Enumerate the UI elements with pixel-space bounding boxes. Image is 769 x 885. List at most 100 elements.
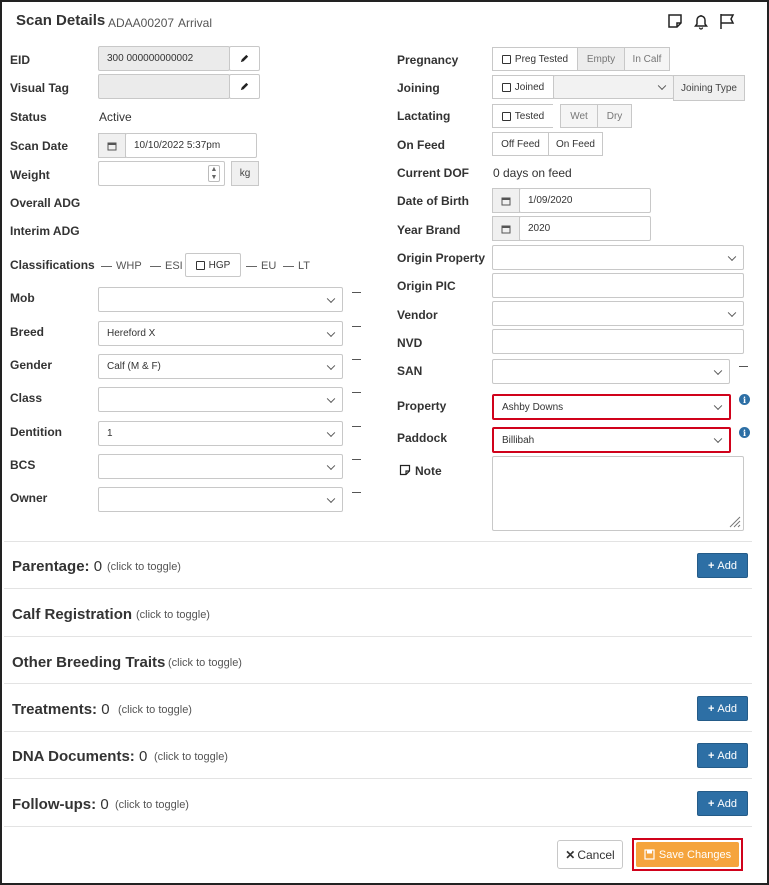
gender-label: Gender	[10, 358, 53, 372]
note-icon[interactable]	[666, 12, 684, 30]
paddock-info-icon[interactable]: i	[739, 427, 750, 438]
bcs-select[interactable]	[98, 454, 343, 479]
paddock-label: Paddock	[397, 431, 448, 445]
joining-label: Joining	[397, 81, 440, 95]
section-title: Other Breeding Traits	[12, 654, 166, 671]
section-title: DNA Documents:	[12, 748, 135, 765]
eid-field[interactable]: 300 000000000002	[98, 46, 230, 71]
section-count: 0	[101, 701, 110, 718]
joining-select[interactable]	[553, 75, 674, 99]
section-other-breeding-traits[interactable]: Other Breeding Traits (click to toggle)	[4, 636, 752, 683]
lactating-wet-button[interactable]: Wet	[560, 104, 598, 128]
pregnancy-in-calf-button[interactable]: In Calf	[624, 47, 670, 71]
section-dna-documents[interactable]: DNA Documents: 0 (click to toggle) + Add	[4, 731, 752, 778]
section-parentage[interactable]: Parentage: 0 (click to toggle) + Add	[4, 541, 752, 588]
toggle-hint: (click to toggle)	[118, 704, 192, 716]
nvd-input[interactable]	[492, 329, 744, 354]
calendar-icon[interactable]	[492, 216, 520, 241]
san-select[interactable]	[492, 359, 730, 384]
mob-select[interactable]	[98, 287, 343, 312]
eid-value: 300 000000000002	[107, 53, 194, 64]
classification-eu[interactable]: EU	[246, 260, 276, 272]
origin-pic-input[interactable]	[492, 273, 744, 298]
save-changes-button[interactable]: Save Changes	[636, 842, 739, 867]
edit-eid-button[interactable]	[229, 46, 260, 71]
dentition-dash	[352, 426, 361, 427]
property-info-icon[interactable]: i	[739, 394, 750, 405]
pregnancy-empty-button[interactable]: Empty	[577, 47, 625, 71]
preg-tested-toggle[interactable]: Preg Tested	[492, 47, 578, 71]
edit-visual-tag-button[interactable]	[229, 74, 260, 99]
chevron-down-icon	[326, 461, 336, 470]
chevron-down-icon	[713, 366, 723, 375]
calendar-icon[interactable]	[492, 188, 520, 213]
weight-spinner[interactable]: ▲ ▼	[208, 165, 220, 182]
interim-adg-label: Interim ADG	[10, 224, 80, 238]
resize-handle-icon[interactable]	[727, 514, 741, 528]
current-dof-label: Current DOF	[397, 166, 469, 180]
property-label: Property	[397, 399, 447, 413]
property-select[interactable]: Ashby Downs	[492, 394, 731, 420]
status-value: Active	[99, 110, 132, 124]
plus-icon: +	[707, 702, 715, 715]
visual-tag-label: Visual Tag	[10, 81, 69, 95]
paddock-select[interactable]: Billibah	[492, 427, 731, 453]
class-label: Class	[10, 391, 43, 405]
visual-tag-field[interactable]	[98, 74, 230, 99]
flag-icon[interactable]	[718, 12, 736, 30]
dob-input[interactable]: 1/09/2020	[519, 188, 651, 213]
section-title: Treatments:	[12, 701, 98, 718]
note-textarea[interactable]	[492, 456, 744, 531]
section-treatments[interactable]: Treatments: 0 (click to toggle) + Add	[4, 683, 752, 731]
joining-type-addon: Joining Type	[673, 75, 745, 101]
section-follow-ups[interactable]: Follow-ups: 0 (click to toggle) + Add	[4, 778, 752, 826]
note-field-icon	[399, 464, 411, 476]
section-calf-registration[interactable]: Calf Registration (click to toggle)	[4, 588, 752, 636]
vendor-select[interactable]	[492, 301, 744, 326]
bell-icon[interactable]	[692, 12, 710, 30]
class-select[interactable]	[98, 387, 343, 412]
toggle-hint: (click to toggle)	[136, 609, 210, 621]
weight-input[interactable]: ▲ ▼	[98, 161, 225, 186]
checkbox-icon	[195, 260, 205, 270]
classification-lt[interactable]: LT	[283, 260, 310, 272]
add-follow-up-button[interactable]: + Add	[697, 791, 748, 816]
chevron-down-icon	[326, 494, 336, 503]
lactating-dry-button[interactable]: Dry	[597, 104, 632, 128]
dentition-select[interactable]: 1	[98, 421, 343, 446]
chevron-down-icon	[326, 361, 336, 370]
pregnancy-label: Pregnancy	[397, 53, 459, 67]
joined-toggle[interactable]: Joined	[492, 75, 554, 99]
add-parentage-button[interactable]: + Add	[697, 553, 748, 578]
san-label: SAN	[397, 364, 423, 378]
owner-select[interactable]	[98, 487, 343, 512]
add-dna-document-button[interactable]: + Add	[697, 743, 748, 768]
origin-property-label: Origin Property	[397, 251, 486, 265]
gender-dash	[352, 359, 361, 360]
classification-esi[interactable]: ESI	[150, 260, 183, 272]
overall-adg-label: Overall ADG	[10, 196, 81, 210]
calendar-icon[interactable]	[98, 133, 126, 158]
origin-property-select[interactable]	[492, 245, 744, 270]
scan-date-input[interactable]: 10/10/2022 5:37pm	[125, 133, 257, 158]
classification-whp[interactable]: WHP	[101, 260, 142, 272]
checkbox-icon	[501, 82, 511, 92]
status-label: Status	[10, 110, 47, 124]
san-dash	[739, 366, 748, 367]
on-feed-label: On Feed	[397, 138, 446, 152]
pencil-icon	[240, 54, 249, 63]
add-treatment-button[interactable]: + Add	[697, 696, 748, 721]
classification-hgp-toggle[interactable]: HGP	[185, 253, 241, 277]
cancel-button[interactable]: ✕ Cancel	[557, 840, 623, 869]
breed-select[interactable]: Hereford X	[98, 321, 343, 346]
breed-label: Breed	[10, 325, 45, 339]
year-brand-input[interactable]: 2020	[519, 216, 651, 241]
section-title: Follow-ups:	[12, 796, 97, 813]
off-feed-button[interactable]: Off Feed	[492, 132, 549, 156]
lactating-tested-toggle[interactable]: Tested	[492, 104, 554, 128]
gender-select[interactable]: Calf (M & F)	[98, 354, 343, 379]
eid-label: EID	[10, 53, 31, 67]
note-label: Note	[415, 464, 442, 478]
on-feed-button[interactable]: On Feed	[548, 132, 603, 156]
chevron-down-icon	[326, 294, 336, 303]
